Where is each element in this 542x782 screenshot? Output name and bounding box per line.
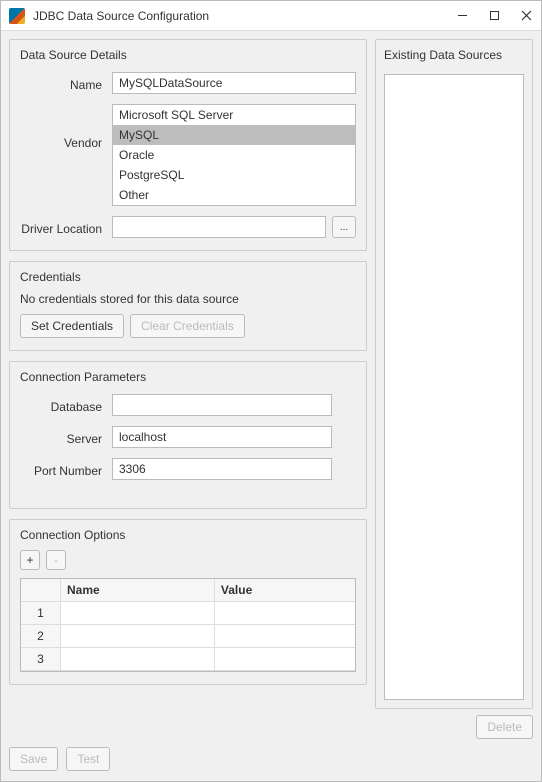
port-number-input[interactable]: [112, 458, 332, 480]
set-credentials-button[interactable]: Set Credentials: [20, 314, 124, 338]
test-button[interactable]: Test: [66, 747, 110, 771]
row-number-cell: 1: [21, 602, 61, 624]
options-table: Name Value 123: [20, 578, 356, 672]
content-area: Data Source Details Name Vendor Microsof…: [1, 31, 541, 747]
app-icon: [9, 8, 25, 24]
driver-location-label: Driver Location: [20, 219, 106, 236]
vendor-option[interactable]: Oracle: [113, 145, 355, 165]
connection-options-group: Connection Options + - Name Value 123: [9, 519, 367, 685]
server-input[interactable]: [112, 426, 332, 448]
server-row: Server: [20, 426, 356, 448]
database-input[interactable]: [112, 394, 332, 416]
vendor-row: Vendor Microsoft SQL ServerMySQLOraclePo…: [20, 104, 356, 206]
window-title: JDBC Data Source Configuration: [33, 9, 455, 23]
close-button[interactable]: [519, 9, 533, 23]
browse-driver-button[interactable]: ...: [332, 216, 356, 238]
name-input[interactable]: [112, 72, 356, 94]
existing-data-sources-list[interactable]: [384, 74, 524, 700]
window-controls: [455, 9, 533, 23]
group-title-details: Data Source Details: [20, 48, 356, 62]
option-value-cell[interactable]: [215, 625, 355, 647]
database-label: Database: [20, 397, 106, 414]
add-option-button[interactable]: +: [20, 550, 40, 570]
connection-parameters-group: Connection Parameters Database Server Po…: [9, 361, 367, 509]
clear-credentials-button[interactable]: Clear Credentials: [130, 314, 245, 338]
vendor-listbox[interactable]: Microsoft SQL ServerMySQLOraclePostgreSQ…: [112, 104, 356, 206]
server-label: Server: [20, 429, 106, 446]
credentials-message: No credentials stored for this data sour…: [20, 292, 356, 306]
bottom-actions: Save Test: [1, 747, 541, 781]
option-value-cell[interactable]: [215, 602, 355, 624]
vendor-option[interactable]: Other: [113, 185, 355, 205]
titlebar: JDBC Data Source Configuration: [1, 1, 541, 31]
table-row[interactable]: 2: [21, 625, 355, 648]
existing-data-sources-group: Existing Data Sources: [375, 39, 533, 709]
group-title-credentials: Credentials: [20, 270, 356, 284]
remove-option-button[interactable]: -: [46, 550, 66, 570]
port-row: Port Number: [20, 458, 356, 480]
group-title-options: Connection Options: [20, 528, 356, 542]
delete-data-source-button[interactable]: Delete: [476, 715, 533, 739]
name-row: Name: [20, 72, 356, 94]
value-column-header: Value: [215, 579, 355, 601]
window: JDBC Data Source Configuration Data Sour…: [0, 0, 542, 782]
credentials-group: Credentials No credentials stored for th…: [9, 261, 367, 351]
driver-row: Driver Location ...: [20, 216, 356, 238]
table-row[interactable]: 1: [21, 602, 355, 625]
table-row[interactable]: 3: [21, 648, 355, 671]
minimize-button[interactable]: [455, 9, 469, 23]
port-number-label: Port Number: [20, 461, 106, 478]
data-source-details-group: Data Source Details Name Vendor Microsof…: [9, 39, 367, 251]
left-column: Data Source Details Name Vendor Microsof…: [9, 39, 367, 739]
right-column: Existing Data Sources Delete: [375, 39, 533, 739]
save-button[interactable]: Save: [9, 747, 58, 771]
vendor-label: Vendor: [20, 104, 106, 150]
row-number-cell: 3: [21, 648, 61, 670]
option-name-cell[interactable]: [61, 648, 215, 670]
group-title-connection: Connection Parameters: [20, 370, 356, 384]
vendor-option[interactable]: PostgreSQL: [113, 165, 355, 185]
maximize-button[interactable]: [487, 9, 501, 23]
vendor-option[interactable]: MySQL: [113, 125, 355, 145]
group-title-existing: Existing Data Sources: [384, 48, 524, 62]
name-label: Name: [20, 75, 106, 92]
row-number-header: [21, 579, 61, 601]
option-value-cell[interactable]: [215, 648, 355, 670]
option-name-cell[interactable]: [61, 602, 215, 624]
vendor-option[interactable]: Microsoft SQL Server: [113, 105, 355, 125]
name-column-header: Name: [61, 579, 215, 601]
options-table-header: Name Value: [21, 579, 355, 602]
driver-location-input[interactable]: [112, 216, 326, 238]
option-name-cell[interactable]: [61, 625, 215, 647]
database-row: Database: [20, 394, 356, 416]
row-number-cell: 2: [21, 625, 61, 647]
